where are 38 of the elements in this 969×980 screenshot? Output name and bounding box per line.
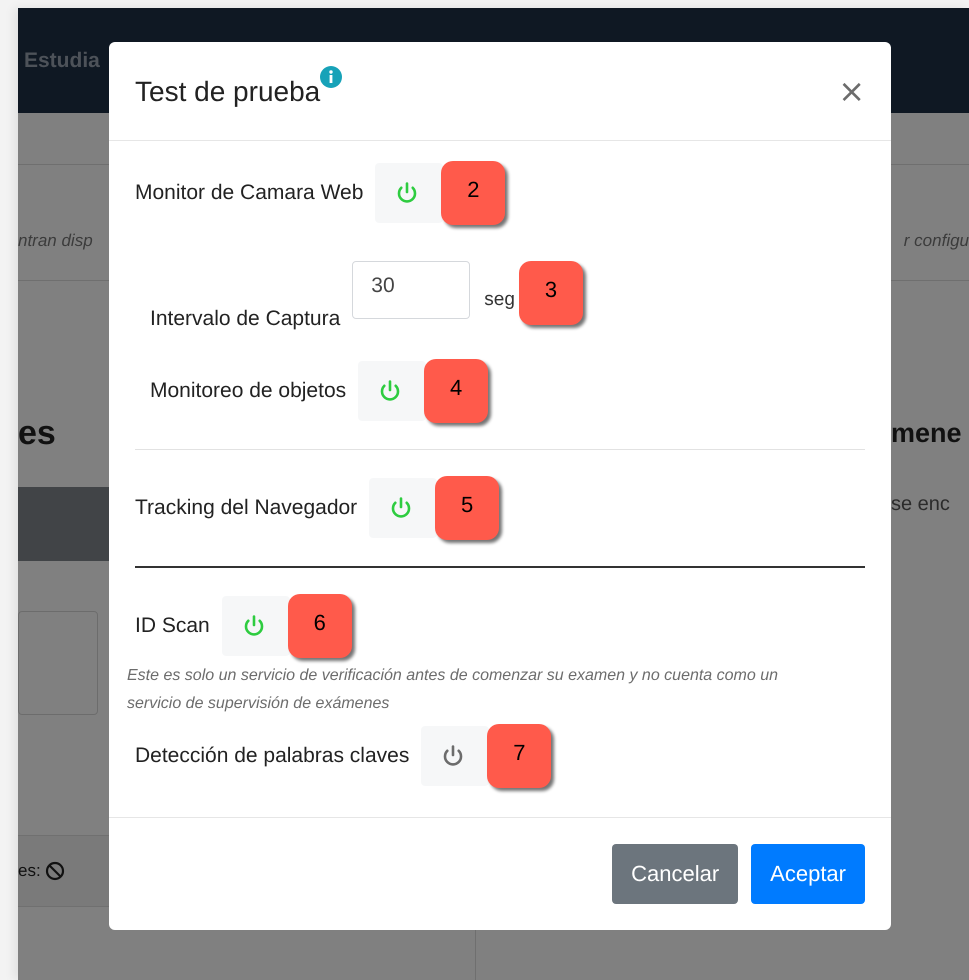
power-toggle[interactable]: [369, 478, 438, 538]
setting-label: Monitoreo de objetos: [150, 379, 346, 403]
step-badge: 2: [441, 161, 506, 225]
setting-label: Intervalo de Captura: [150, 307, 340, 331]
power-toggle[interactable]: [222, 596, 290, 656]
power-icon: [395, 181, 420, 205]
step-badge: 3: [518, 261, 583, 325]
step-badge: 6: [288, 594, 352, 658]
setting-label: Detección de palabras claves: [135, 744, 410, 768]
accept-button[interactable]: Aceptar: [751, 844, 865, 904]
power-icon: [242, 614, 266, 638]
close-button[interactable]: ×: [838, 75, 865, 107]
setting-label: ID Scan: [135, 614, 210, 638]
cancel-button[interactable]: Cancelar: [612, 844, 738, 904]
power-toggle[interactable]: [375, 163, 444, 223]
unit-label: seg: [484, 289, 515, 311]
help-text: Este es solo un servicio de verificación antes de comenzar su examen y no cuenta como un servicio de supervisión de exámenes: [127, 666, 780, 714]
interval-input[interactable]: 30: [352, 261, 470, 319]
step-badge: 5: [435, 476, 500, 540]
step-badge: 4: [424, 359, 488, 423]
info-text: se enc: [891, 493, 950, 516]
modal-title: Test de prueba: [135, 75, 320, 109]
power-toggle[interactable]: [421, 726, 490, 786]
info-text: ntran disp: [18, 230, 93, 250]
section-heading: es: [18, 413, 57, 453]
step-badge: 7: [487, 724, 552, 788]
section-heading: mene: [891, 417, 962, 450]
status-label: es:: [18, 861, 41, 881]
power-icon: [378, 379, 402, 403]
setting-label: Tracking del Navegador: [135, 496, 358, 520]
ban-icon: [44, 861, 65, 881]
setting-label: Monitor de Camara Web: [135, 181, 364, 205]
power-icon: [389, 496, 414, 520]
power-toggle[interactable]: [358, 361, 426, 421]
info-icon[interactable]: [320, 66, 342, 88]
power-icon: [441, 744, 466, 768]
info-text: r configu: [904, 230, 969, 250]
nav-title: Estudia: [24, 48, 100, 72]
